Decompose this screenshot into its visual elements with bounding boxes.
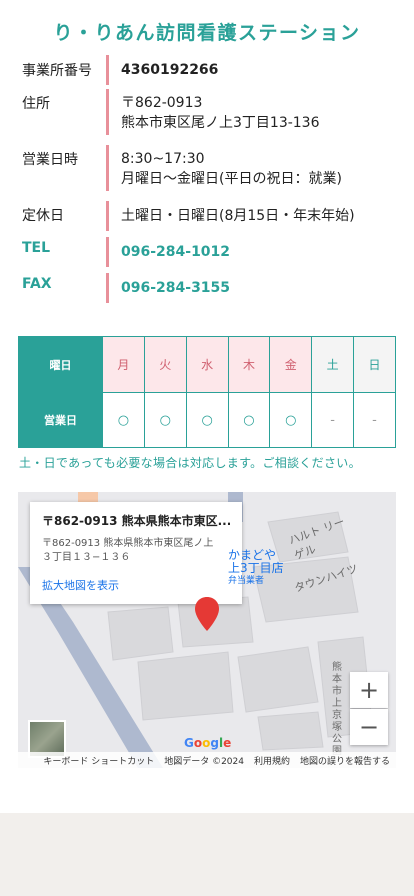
info-divider bbox=[106, 55, 109, 85]
info-row-office: 事業所番号 4360192266 bbox=[22, 55, 394, 85]
weekend-note: 土・日であっても必要な場合は対応します。ご相談ください。 bbox=[19, 456, 361, 470]
keyboard-shortcuts-link[interactable]: キーボード ショートカット bbox=[43, 754, 154, 767]
google-logo: Google bbox=[184, 736, 232, 750]
poi-kamadoya[interactable]: かまどや 上3丁目店 弁当業者 bbox=[228, 549, 284, 588]
zoom-in-button[interactable]: + bbox=[350, 672, 388, 708]
mark-wed: ○ bbox=[185, 392, 229, 448]
info-divider bbox=[106, 237, 109, 267]
hours-label: 営業日時 bbox=[22, 152, 78, 168]
report-error-link[interactable]: 地図の誤りを報告する bbox=[300, 754, 390, 767]
mark-sun: - bbox=[353, 392, 396, 448]
address-text: 熊本市東区尾ノ上3丁目13-136 bbox=[121, 115, 320, 131]
map-footer: キーボード ショートカット 地図データ ©2024 利用規約 地図の誤りを報告す… bbox=[18, 752, 396, 768]
embedded-map[interactable]: 〒862-0913 熊本県熊本市東区... 〒862-0913 熊本県熊本市東区… bbox=[18, 492, 396, 768]
day-sun: 日 bbox=[353, 336, 396, 393]
map-card-title: 〒862-0913 熊本県熊本市東区... bbox=[42, 514, 230, 528]
postal-code: 〒862-0913 bbox=[121, 95, 203, 111]
day-wed: 水 bbox=[185, 336, 229, 393]
office-no-label: 事業所番号 bbox=[22, 63, 92, 79]
map-card-address-line1: 〒862-0913 熊本県熊本市東区尾ノ上 bbox=[42, 538, 214, 549]
schedule-table: 曜日 月 火 水 木 金 土 日 営業日 ○ ○ ○ ○ ○ - - bbox=[18, 336, 396, 448]
mark-thu: ○ bbox=[227, 392, 271, 448]
footer-band bbox=[0, 813, 414, 896]
mark-mon: ○ bbox=[102, 392, 145, 448]
mark-tue: ○ bbox=[143, 392, 187, 448]
hours-value: 8:30~17:30 月曜日〜金曜日(平日の祝日：就業) bbox=[121, 145, 342, 191]
day-sat: 土 bbox=[311, 336, 355, 393]
address-label: 住所 bbox=[22, 96, 50, 112]
office-no-value: 4360192266 bbox=[121, 62, 219, 78]
day-mon: 月 bbox=[102, 336, 145, 393]
map-info-card: 〒862-0913 熊本県熊本市東区... 〒862-0913 熊本県熊本市東区… bbox=[30, 502, 242, 604]
map-card-address-line2: ３丁目１３−１３６ bbox=[42, 552, 131, 563]
day-fri: 金 bbox=[269, 336, 313, 393]
zoom-out-button[interactable]: − bbox=[350, 709, 388, 745]
schedule-header-row: 曜日 月 火 水 木 金 土 日 bbox=[18, 336, 396, 393]
address-value: 〒862-0913 熊本市東区尾ノ上3丁目13-136 bbox=[121, 89, 320, 135]
map-card-address: 〒862-0913 熊本県熊本市東区尾ノ上 ３丁目１３−１３６ bbox=[42, 537, 230, 565]
fax-label: FAX bbox=[22, 276, 52, 292]
info-row-holiday: 定休日 土曜日・日曜日(8月15日・年末年始) bbox=[22, 201, 394, 231]
poi-kamadoya-branch: 上3丁目店 bbox=[228, 561, 284, 575]
map-data-credit: 地図データ ©2024 bbox=[164, 756, 244, 767]
holiday-label: 定休日 bbox=[22, 208, 64, 224]
poi-kamadoya-type: 弁当業者 bbox=[228, 576, 265, 586]
info-row-hours: 営業日時 8:30~17:30 月曜日〜金曜日(平日の祝日：就業) bbox=[22, 145, 394, 191]
info-divider bbox=[106, 273, 109, 303]
holiday-value: 土曜日・日曜日(8月15日・年末年始) bbox=[121, 208, 355, 224]
terms-link[interactable]: 利用規約 bbox=[254, 754, 290, 767]
schedule-open-row: 営業日 ○ ○ ○ ○ ○ - - bbox=[18, 392, 396, 448]
info-row-tel: TEL 096-284-1012 bbox=[22, 237, 394, 267]
tel-link[interactable]: 096-284-1012 bbox=[121, 237, 230, 267]
mark-sat: - bbox=[311, 392, 355, 448]
day-tue: 火 bbox=[143, 336, 187, 393]
info-row-fax: FAX 096-284-3155 bbox=[22, 273, 394, 303]
location-pin-icon[interactable] bbox=[194, 596, 220, 632]
info-divider bbox=[106, 201, 109, 231]
fax-value: 096-284-3155 bbox=[121, 280, 231, 296]
weekday-header: 曜日 bbox=[18, 336, 103, 393]
day-thu: 木 bbox=[227, 336, 271, 393]
hours-days: 月曜日〜金曜日(平日の祝日：就業) bbox=[121, 171, 342, 187]
enlarge-map-link[interactable]: 拡大地図を表示 bbox=[42, 577, 230, 593]
tel-label: TEL bbox=[22, 240, 51, 256]
poi-park[interactable]: 熊本市上京塚公園 bbox=[332, 662, 344, 758]
page-title: り・りあん訪問看護ステーション bbox=[53, 22, 361, 44]
hours-time: 8:30~17:30 bbox=[121, 151, 205, 167]
info-row-address: 住所 〒862-0913 熊本市東区尾ノ上3丁目13-136 bbox=[22, 89, 394, 135]
info-divider bbox=[106, 89, 109, 135]
open-days-header: 営業日 bbox=[18, 392, 103, 448]
info-divider bbox=[106, 145, 109, 191]
mark-fri: ○ bbox=[269, 392, 313, 448]
